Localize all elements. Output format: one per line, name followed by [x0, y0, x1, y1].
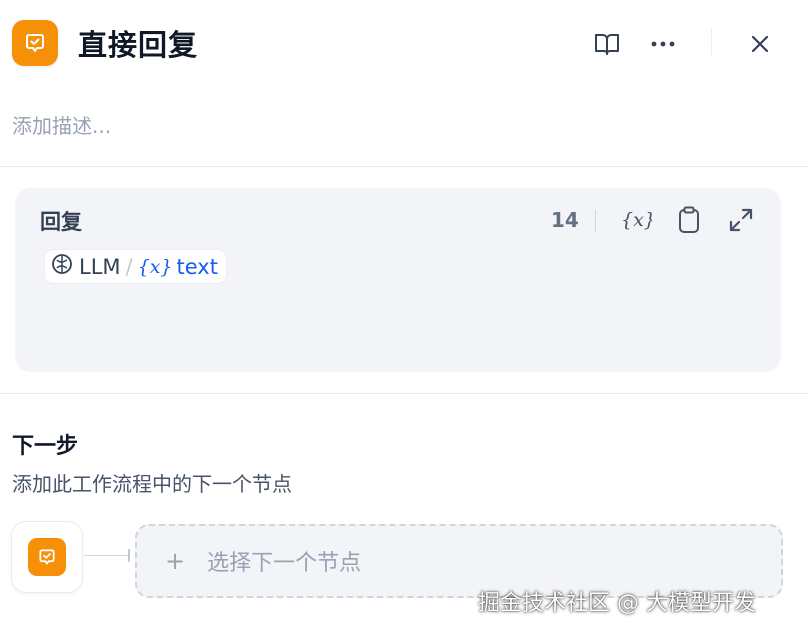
book-icon[interactable] — [591, 28, 623, 60]
chip-node-name: LLM — [79, 254, 121, 279]
divider — [0, 393, 808, 394]
next-step-title: 下一步 — [12, 434, 79, 459]
node-panel: 直接回复 添加描述... 回复 14 {x LLM / {x} text 下一步… — [0, 0, 808, 632]
connector-line — [84, 555, 130, 556]
toolbar-divider — [595, 210, 596, 232]
expand-icon[interactable] — [725, 204, 757, 236]
connector-handle — [128, 549, 130, 562]
reply-node-icon — [12, 20, 58, 66]
chip-variable-name: text — [176, 254, 218, 279]
more-icon[interactable] — [647, 28, 679, 60]
panel-header: 直接回复 — [0, 0, 808, 90]
close-icon[interactable] — [744, 28, 776, 60]
divider — [0, 166, 808, 167]
reply-node-icon — [28, 538, 66, 576]
select-next-node-label: 选择下一个节点 — [207, 551, 362, 576]
variable-chip[interactable]: LLM / {x} text — [45, 250, 226, 283]
next-step-description: 添加此工作流程中的下一个节点 — [12, 472, 292, 496]
clipboard-icon[interactable] — [673, 204, 705, 236]
llm-node-icon — [51, 253, 73, 280]
chip-separator: / — [125, 254, 133, 279]
variable-icon[interactable]: {x} — [620, 204, 652, 236]
node-title[interactable]: 直接回复 — [78, 22, 198, 64]
watermark: 掘金技术社区 @ 大模型开发 — [478, 591, 756, 616]
char-count: 14 — [551, 208, 579, 232]
description-input[interactable]: 添加描述... — [12, 110, 111, 139]
reply-label: 回复 — [40, 210, 82, 234]
current-node-box — [12, 522, 82, 592]
chip-variable-icon: {x} — [137, 255, 173, 278]
plus-icon: + — [165, 547, 186, 575]
header-divider — [711, 29, 712, 55]
reply-editor[interactable]: 回复 14 {x} LLM — [15, 188, 781, 372]
svg-text:{x}: {x} — [621, 209, 652, 231]
